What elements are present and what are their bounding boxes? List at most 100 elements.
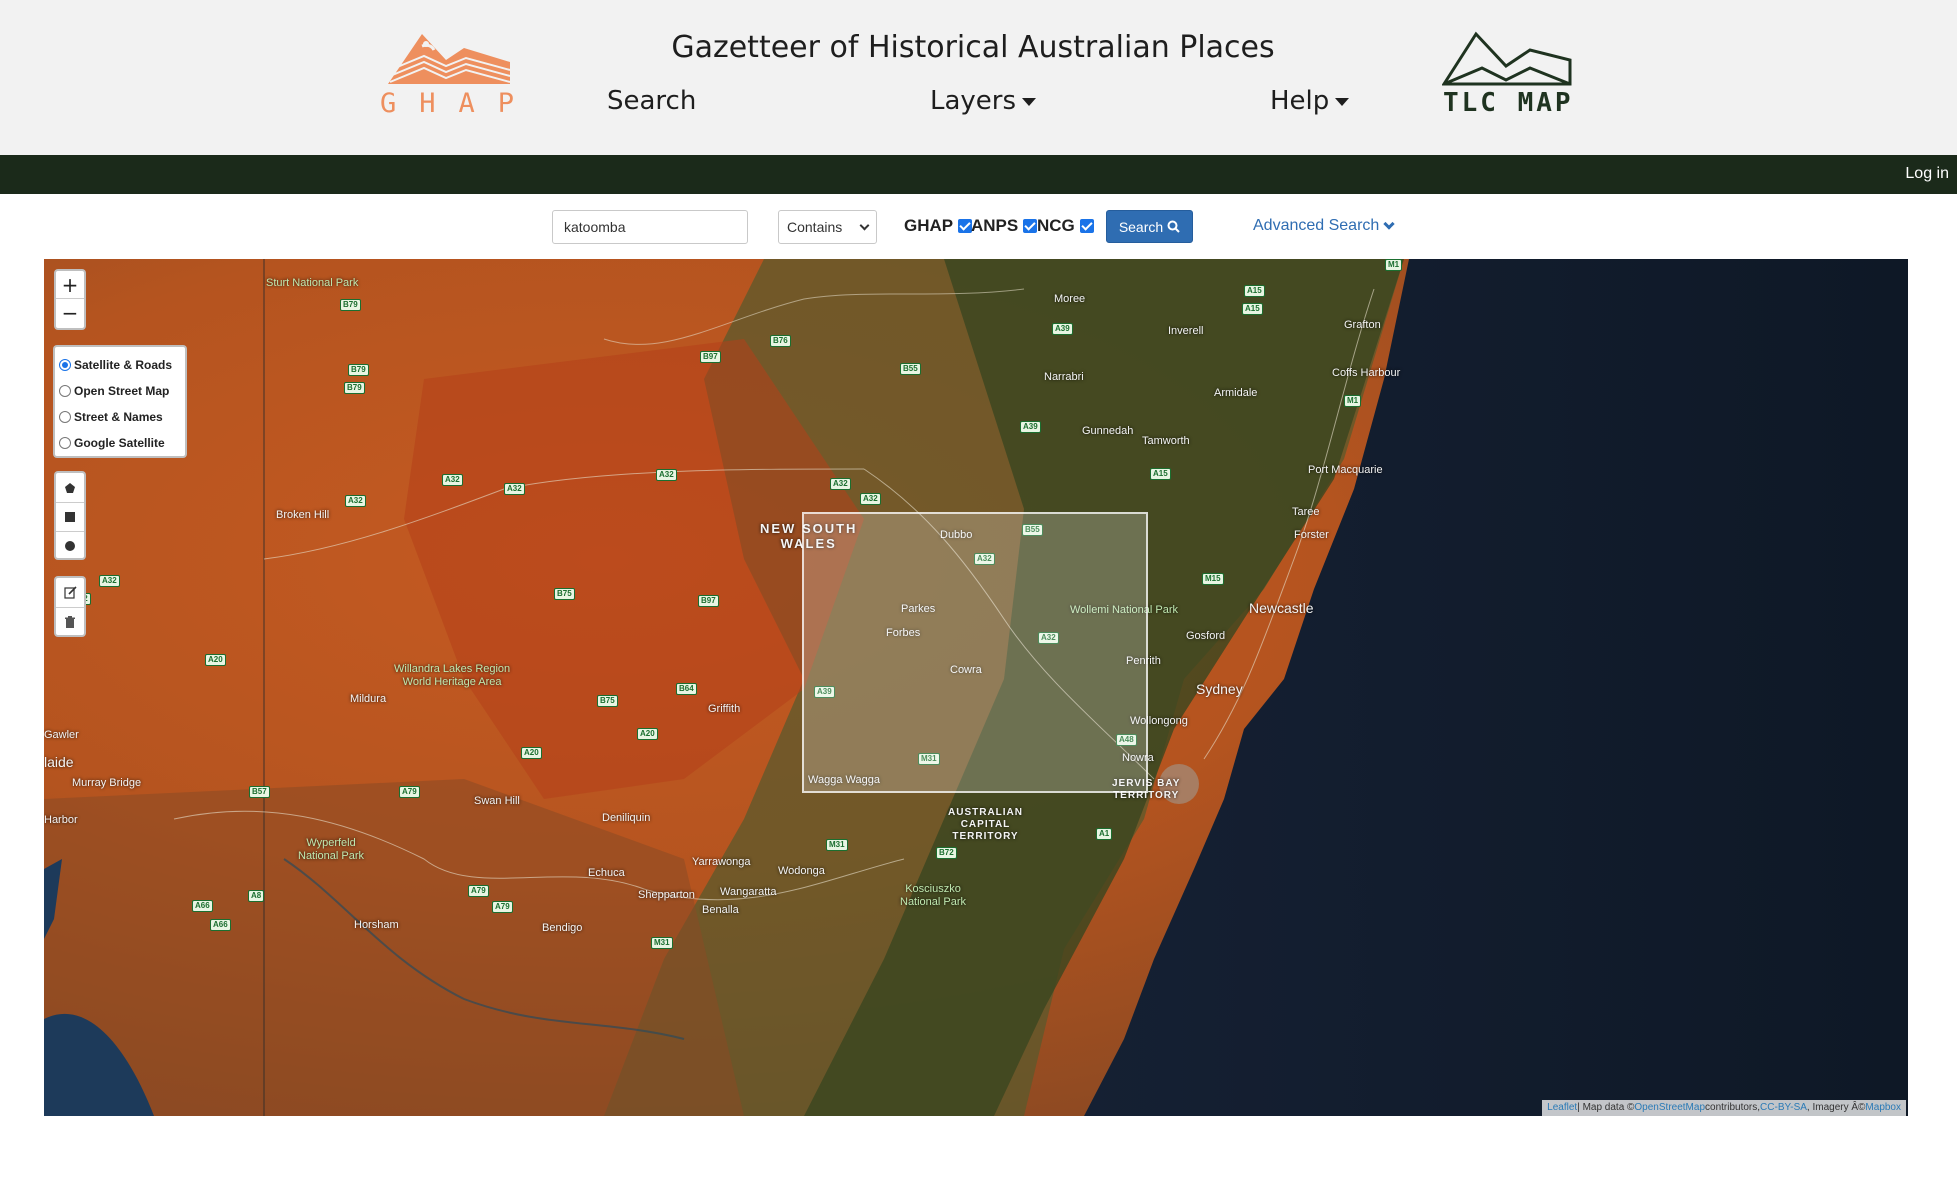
radio-icon[interactable]	[59, 359, 71, 371]
caret-down-icon	[1022, 97, 1037, 106]
road-shield: A66	[192, 900, 213, 912]
chevron-down-icon	[859, 220, 870, 230]
openstreetmap-link[interactable]: OpenStreetMap	[1634, 1102, 1705, 1114]
road-shield: B79	[344, 382, 365, 394]
search-button-label: Search	[1118, 218, 1164, 235]
ghap-letter-g: G	[380, 88, 399, 119]
road-shield: A20	[637, 728, 658, 740]
road-shield: A15	[1150, 468, 1171, 480]
advanced-search-label: Advanced Search	[1253, 217, 1380, 234]
road-shield: M31	[826, 839, 848, 851]
nav-help-label: Help	[1270, 86, 1330, 116]
edit-layers-button[interactable]	[56, 578, 84, 607]
road-shield: A79	[468, 885, 489, 897]
source-ncg[interactable]: NCG	[1037, 216, 1094, 236]
ghap-letters: G H A P	[380, 88, 516, 119]
road-shield: A39	[1052, 323, 1073, 335]
radio-icon[interactable]	[59, 437, 71, 449]
ghap-mountain-icon	[388, 34, 511, 84]
road-shield: A32	[656, 469, 677, 481]
road-shield: A20	[205, 654, 226, 666]
caret-down-icon	[1335, 97, 1350, 106]
tlc-map-logo[interactable]: TLC MAP	[1440, 30, 1574, 122]
basemap-layer-control: Satellite & Roads Open Street Map Street…	[53, 345, 187, 458]
layer-option-label: Street & Names	[74, 410, 163, 424]
zoom-out-button[interactable]: −	[56, 299, 84, 327]
draw-toolbar	[54, 471, 86, 560]
layer-option-open-street-map[interactable]: Open Street Map	[59, 378, 181, 404]
road-shield: A39	[1020, 421, 1041, 433]
road-shield: A32	[504, 483, 525, 495]
ghap-letter-a: A	[458, 88, 477, 119]
road-shield: B97	[698, 595, 719, 607]
mapbox-link[interactable]: Mapbox	[1865, 1102, 1901, 1114]
match-mode-select[interactable]: Contains	[778, 210, 877, 244]
road-shield: B97	[700, 351, 721, 363]
search-icon	[1167, 220, 1180, 233]
radio-icon[interactable]	[59, 385, 71, 397]
road-shield: B57	[249, 786, 270, 798]
source-ghap[interactable]: GHAP	[904, 216, 973, 236]
road-shield: B64	[676, 683, 697, 695]
zoom-in-button[interactable]: +	[56, 271, 84, 299]
tlc-mountain-icon	[1442, 31, 1572, 86]
attribution-text: | Map data ©	[1577, 1102, 1635, 1113]
drawn-selection-rectangle[interactable]	[802, 512, 1148, 793]
layer-option-google-satellite[interactable]: Google Satellite	[59, 430, 181, 456]
leaflet-link[interactable]: Leaflet	[1547, 1102, 1577, 1114]
road-shield: A15	[1242, 303, 1263, 315]
radio-icon[interactable]	[59, 411, 71, 423]
road-shield: A79	[492, 901, 513, 913]
search-button[interactable]: Search	[1106, 210, 1193, 243]
road-shield: A32	[345, 495, 366, 507]
road-shield: B75	[554, 588, 575, 600]
edit-icon	[63, 586, 77, 599]
delete-layers-button[interactable]	[56, 607, 84, 636]
match-mode-value: Contains	[787, 219, 843, 235]
site-title: Gazetteer of Historical Australian Place…	[671, 30, 1275, 65]
draw-polygon-button[interactable]	[56, 473, 84, 502]
attribution-text: contributors,	[1705, 1102, 1761, 1113]
draw-circle-button[interactable]	[56, 531, 84, 560]
zoom-control: + −	[54, 269, 86, 330]
tlc-map-text: TLC MAP	[1443, 88, 1574, 118]
source-anps[interactable]: ANPS	[971, 216, 1038, 236]
road-shield: A32	[99, 575, 120, 587]
edit-toolbar	[54, 576, 86, 637]
source-ncg-checkbox[interactable]	[1079, 219, 1094, 233]
source-anps-checkbox[interactable]	[1023, 219, 1038, 233]
road-shield: A1	[1096, 828, 1113, 840]
road-shield: B75	[597, 695, 618, 707]
polygon-icon	[65, 482, 75, 493]
road-shield: A66	[210, 919, 231, 931]
top-bar: Log in	[0, 155, 1957, 194]
nav-help[interactable]: Help	[1270, 86, 1350, 116]
ghap-letter-h: H	[419, 88, 438, 119]
nav-search[interactable]: Search	[607, 86, 696, 116]
login-link[interactable]: Log in	[1905, 165, 1949, 183]
nav-layers[interactable]: Layers	[930, 86, 1037, 116]
draw-rectangle-button[interactable]	[56, 502, 84, 531]
rectangle-icon	[65, 512, 75, 522]
site-header: G H A P Gazetteer of Historical Australi…	[0, 0, 1957, 155]
advanced-search-toggle[interactable]: Advanced Search	[1253, 217, 1395, 235]
layer-option-label: Google Satellite	[74, 436, 165, 450]
layer-option-street-names[interactable]: Street & Names	[59, 404, 181, 430]
chevron-down-icon	[1383, 217, 1395, 230]
layer-option-satellite-roads[interactable]: Satellite & Roads	[59, 352, 181, 378]
road-shield: M31	[651, 937, 673, 949]
trash-icon	[65, 615, 75, 628]
layer-option-label: Open Street Map	[74, 384, 170, 398]
road-shield: A79	[399, 786, 420, 798]
circle-icon	[65, 541, 75, 551]
map-view[interactable]: Sturt National Park Moree Inverell Graft…	[44, 259, 1908, 1116]
ghap-logo[interactable]: G H A P	[380, 30, 516, 122]
road-shield: A20	[521, 747, 542, 759]
source-ncg-label: NCG	[1037, 216, 1075, 235]
road-shield: A32	[860, 493, 881, 505]
source-anps-label: ANPS	[971, 216, 1019, 235]
license-link[interactable]: CC-BY-SA	[1760, 1102, 1807, 1114]
road-shield: M1	[1344, 395, 1362, 407]
search-input[interactable]	[552, 210, 748, 244]
source-ghap-label: GHAP	[904, 216, 954, 235]
